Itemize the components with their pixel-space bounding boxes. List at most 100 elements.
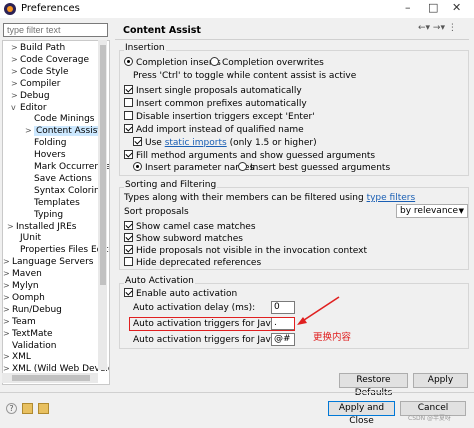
tree-item-label: Folding	[34, 138, 67, 149]
minimize-icon[interactable]: –	[405, 1, 411, 14]
chevron-right-icon[interactable]: >	[3, 268, 12, 280]
tree-item[interactable]: Syntax Coloring	[25, 185, 105, 197]
tree-item-label: Installed JREs	[16, 221, 77, 232]
chevron-right-icon[interactable]: >	[3, 256, 12, 268]
chevron-right-icon[interactable]: >	[3, 328, 12, 340]
radio-icon	[238, 162, 247, 171]
chevron-right-icon[interactable]: >	[3, 304, 12, 316]
add-import-checkbox[interactable]: Add import instead of qualified name	[124, 124, 304, 136]
tree-vertical-thumb[interactable]	[100, 45, 106, 285]
fill-args-checkbox[interactable]: Fill method arguments and show guessed a…	[124, 150, 375, 162]
tree-item[interactable]: Validation	[3, 340, 56, 352]
chevron-down-icon[interactable]: v	[11, 102, 20, 114]
subword-checkbox[interactable]: Show subword matches	[124, 233, 243, 245]
tree-item[interactable]: > Maven	[3, 268, 42, 280]
export-icon[interactable]	[38, 403, 49, 414]
tree-item[interactable]: > XML	[3, 351, 31, 363]
chevron-right-icon[interactable]: >	[11, 66, 20, 78]
apply-and-close-button[interactable]: Apply and Close	[328, 401, 395, 426]
tree-item[interactable]: > Code Style	[11, 66, 69, 78]
tree-item[interactable]: Folding	[25, 137, 67, 149]
chevron-right-icon[interactable]: >	[11, 90, 20, 102]
import-icon[interactable]	[22, 403, 33, 414]
tree-item[interactable]: > Team	[3, 316, 36, 328]
tree-horizontal-thumb[interactable]	[12, 375, 90, 381]
insert-best-guessed-radio[interactable]: Insert best guessed arguments	[238, 162, 390, 174]
common-prefixes-checkbox[interactable]: Insert common prefixes automatically	[124, 98, 307, 110]
completion-inserts-radio[interactable]: Completion inserts	[124, 57, 221, 69]
checkbox-checked-icon	[124, 288, 133, 297]
tree-item-label: Debug	[20, 90, 50, 101]
preference-tree[interactable]: > Build Path > Code Coverage > Code Style > Com…	[2, 40, 110, 385]
chevron-right-icon[interactable]: >	[25, 125, 34, 137]
tree-item[interactable]: Code Minings	[25, 113, 94, 125]
tree-item[interactable]: > Run/Debug	[3, 304, 62, 316]
chevron-right-icon[interactable]: >	[3, 280, 12, 292]
javadoc-triggers-input[interactable]: @#	[271, 333, 295, 346]
hide-deprecated-checkbox[interactable]: Hide deprecated references	[124, 257, 261, 269]
chevron-right-icon[interactable]: >	[11, 78, 20, 90]
tree-item-label: Content Assist	[34, 126, 103, 137]
tree-item-label: Mylyn	[12, 281, 39, 291]
restore-defaults-button[interactable]: Restore Defaults	[339, 373, 408, 398]
maximize-icon[interactable]: □	[428, 1, 438, 14]
sort-proposals-select[interactable]: by relevance ▼	[396, 204, 468, 218]
tree-item-label: Code Coverage	[20, 54, 90, 65]
checkbox-icon	[124, 98, 133, 107]
type-filters-link[interactable]: type filters	[367, 193, 416, 203]
help-icon[interactable]: ?	[6, 403, 17, 414]
tree-item-label: Save Actions	[34, 173, 92, 184]
enable-auto-checkbox[interactable]: Enable auto activation	[124, 288, 237, 300]
use-static-imports-checkbox[interactable]: Use static imports (only 1.5 or higher)	[133, 137, 317, 149]
chevron-right-icon[interactable]: >	[3, 292, 12, 304]
single-proposals-checkbox[interactable]: Insert single proposals automatically	[124, 85, 302, 97]
page-title: Content Assist	[123, 25, 201, 36]
tree-item[interactable]: Templates	[25, 197, 80, 209]
auto-activation-group-label: Auto Activation	[124, 276, 195, 286]
title-bar: Preferences – □ ✕	[0, 0, 474, 18]
delay-input[interactable]: 0	[271, 301, 295, 314]
tree-item[interactable]: Properties Files Editor	[11, 244, 109, 256]
tree-item[interactable]: > Compiler	[11, 78, 61, 90]
checkbox-icon	[124, 111, 133, 120]
disable-triggers-checkbox[interactable]: Disable insertion triggers except 'Enter…	[124, 111, 315, 123]
tree-item-label: JUnit	[20, 233, 41, 244]
checkbox-checked-icon	[124, 233, 133, 242]
tree-item[interactable]: Save Actions	[25, 173, 92, 185]
completion-overwrites-radio[interactable]: Completion overwrites	[210, 57, 324, 69]
chevron-right-icon[interactable]: >	[3, 351, 12, 363]
hide-not-visible-checkbox[interactable]: Hide proposals not visible in the invoca…	[124, 245, 367, 257]
filter-input[interactable]	[3, 23, 108, 37]
tree-item[interactable]: Hovers	[25, 149, 66, 161]
tree-item[interactable]: JUnit	[11, 232, 41, 244]
tree-item[interactable]: > Installed JREs	[7, 221, 77, 233]
tree-item-label: Hovers	[34, 150, 66, 161]
apply-button[interactable]: Apply	[413, 373, 468, 388]
radio-selected-icon	[133, 162, 142, 171]
chevron-down-icon: ▼	[458, 207, 464, 215]
tree-item-label: Code Style	[20, 66, 69, 77]
insert-param-names-radio[interactable]: Insert parameter names	[133, 162, 254, 174]
tree-item[interactable]: > TextMate	[3, 328, 53, 340]
nav-history-icons[interactable]: ←▾ →▾ ⋮	[418, 23, 457, 33]
tree-item-label: Language Servers	[12, 257, 94, 268]
static-imports-link[interactable]: static imports	[165, 138, 227, 148]
tree-item[interactable]: > Mylyn	[3, 280, 39, 292]
chevron-right-icon[interactable]: >	[11, 42, 20, 54]
tree-item-label: XML	[12, 352, 31, 363]
tree-item[interactable]: > Build Path	[11, 42, 65, 54]
tree-item[interactable]: > Content Assist	[25, 125, 103, 137]
chevron-right-icon[interactable]: >	[7, 221, 16, 233]
chevron-right-icon[interactable]: >	[3, 316, 12, 328]
tree-item[interactable]: Typing	[25, 209, 63, 221]
tree-item[interactable]: > Language Servers	[3, 256, 93, 268]
camel-case-checkbox[interactable]: Show camel case matches	[124, 221, 256, 233]
tree-item[interactable]: > Oomph	[3, 292, 45, 304]
tree-item[interactable]: > Code Coverage	[11, 54, 89, 66]
close-icon[interactable]: ✕	[452, 1, 461, 14]
tree-item-label: Build Path	[20, 43, 66, 53]
chevron-right-icon[interactable]: >	[11, 54, 20, 66]
tree-item[interactable]: > Debug	[11, 90, 50, 102]
tree-item[interactable]: v Editor	[11, 102, 47, 114]
insertion-group-label: Insertion	[124, 43, 166, 53]
